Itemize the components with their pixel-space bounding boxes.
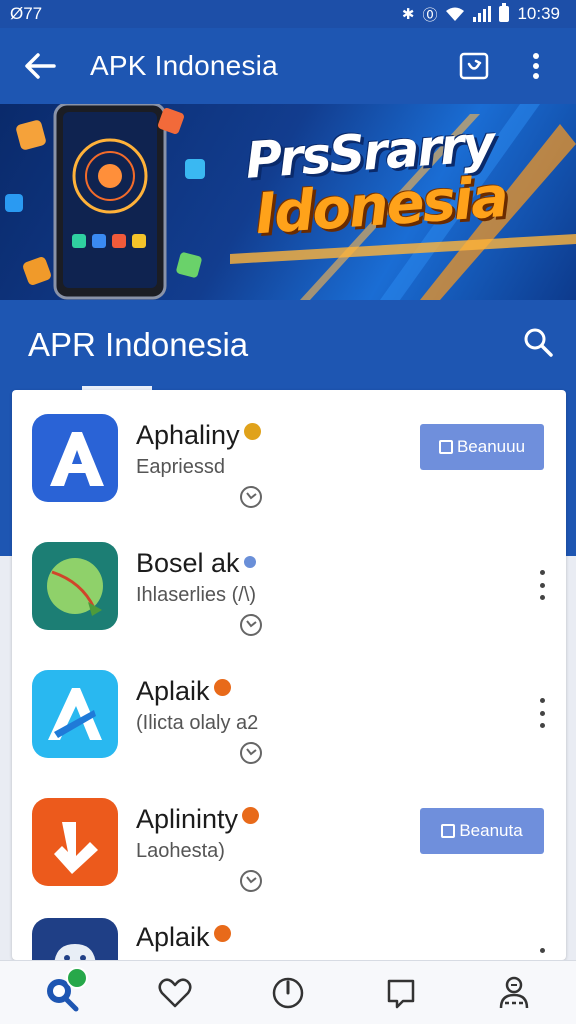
green-ball-icon [32, 542, 118, 630]
search-icon [524, 328, 553, 357]
list-item[interactable]: Aplaik [12, 902, 566, 960]
nav-profile[interactable] [484, 965, 544, 1021]
nav-home[interactable] [32, 965, 92, 1021]
list-item[interactable]: Aplininty Laohesta) Beanuta [12, 774, 566, 902]
nav-favorites[interactable] [145, 965, 205, 1021]
clock-icon [240, 742, 262, 764]
app-name: Aphaliny [136, 420, 261, 451]
bluetooth-icon: ✱ [401, 6, 415, 23]
download-button[interactable]: Beanuuu [420, 424, 544, 470]
alert-badge-icon [242, 807, 260, 824]
status-icons: ✱ ⓪ 10:39 [401, 3, 560, 25]
item-more-button[interactable] [534, 570, 550, 600]
app-subtitle: (Ilicta olaly a2 [136, 712, 259, 734]
android-icon [32, 918, 118, 960]
info-badge-icon [243, 556, 256, 568]
arrow-left-icon [25, 53, 56, 79]
timer-icon [272, 977, 304, 1008]
cast-button[interactable] [454, 46, 494, 86]
back-button[interactable] [20, 46, 60, 86]
clock-icon [240, 614, 262, 636]
clock-icon [240, 486, 262, 508]
wifi-icon [446, 7, 465, 21]
battery-icon [499, 3, 510, 22]
more-vert-icon [533, 53, 539, 79]
app-name: Aplaik [136, 922, 231, 953]
screen-share-icon [459, 52, 489, 80]
chat-bubble-icon [387, 979, 415, 1008]
notification-dot [66, 966, 89, 989]
nav-messages[interactable] [371, 965, 431, 1021]
nav-updates[interactable] [258, 965, 318, 1021]
bottom-navigation [0, 960, 576, 1024]
app-subtitle: Eapriessd [136, 456, 225, 478]
alert-badge-icon [213, 679, 231, 696]
cyan-a-icon [32, 670, 118, 758]
alert-badge-icon [213, 925, 231, 942]
status-bar: Ø77 ✱ ⓪ 10:39 [0, 0, 576, 28]
orange-arrow-icon [32, 798, 118, 886]
section-title: APR Indonesia [28, 326, 249, 363]
blue-a-icon [32, 414, 118, 502]
app-bar: APK Indonesia [0, 28, 576, 104]
app-bar-title: APK Indonesia [90, 50, 278, 81]
list-item[interactable]: Aplaik (Ilicta olaly a2 [12, 646, 566, 774]
list-item[interactable]: Aphaliny Eapriessd Beanuuu [12, 390, 566, 518]
clock-icon [240, 870, 262, 892]
item-more-button[interactable] [534, 948, 550, 960]
app-subtitle: Ihlaserlies (/\) [136, 584, 257, 606]
banner-headline: PrsSrarry Idonesia [244, 114, 571, 248]
heart-icon [158, 977, 192, 1007]
profile-icon [499, 976, 528, 1008]
app-name: Bosel ak [136, 548, 256, 579]
nfc-icon: ⓪ [422, 6, 438, 24]
status-left-text: Ø77 [10, 4, 43, 23]
list-item[interactable]: Bosel ak Ihlaserlies (/\) [12, 518, 566, 646]
download-icon [438, 440, 453, 454]
search-button[interactable] [522, 326, 554, 358]
download-icon [441, 824, 456, 838]
download-button[interactable]: Beanuta [420, 808, 544, 854]
promo-banner[interactable]: PrsSrarry Idonesia [0, 104, 576, 300]
lock-badge-icon [243, 423, 261, 440]
overflow-menu-button[interactable] [516, 46, 556, 86]
status-time: 10:39 [517, 4, 560, 23]
app-subtitle: Laohesta) [136, 840, 225, 862]
signal-icon [473, 6, 492, 22]
app-name: Aplininty [136, 804, 260, 835]
app-list: Aphaliny Eapriessd Beanuuu Bosel ak Ihla… [12, 390, 566, 960]
item-more-button[interactable] [534, 698, 550, 728]
app-name: Aplaik [136, 676, 231, 707]
